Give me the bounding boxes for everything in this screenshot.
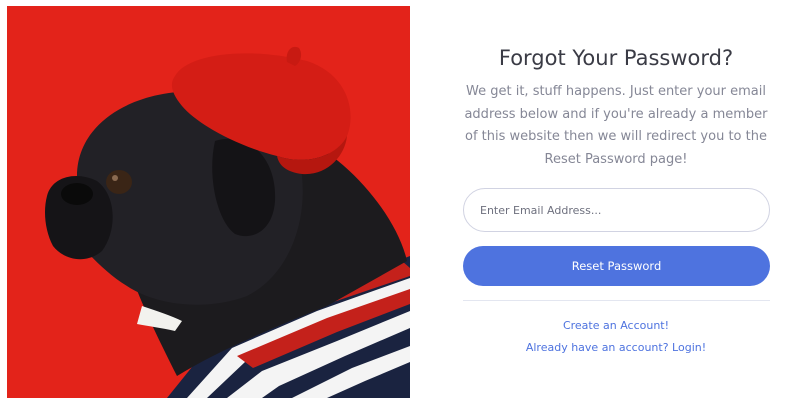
create-account-link[interactable]: Create an Account! xyxy=(453,319,779,332)
form-description: We get it, stuff happens. Just enter you… xyxy=(464,84,768,167)
email-input[interactable] xyxy=(463,188,770,232)
pug-image xyxy=(7,6,410,398)
forgot-password-form: Forgot Your Password? We get it, stuff h… xyxy=(453,0,779,398)
pug-photo xyxy=(7,6,410,398)
page-title: Forgot Your Password? xyxy=(498,46,734,70)
login-link[interactable]: Already have an account? Login! xyxy=(453,341,779,354)
reset-password-button[interactable]: Reset Password xyxy=(463,246,770,286)
divider xyxy=(463,300,770,301)
